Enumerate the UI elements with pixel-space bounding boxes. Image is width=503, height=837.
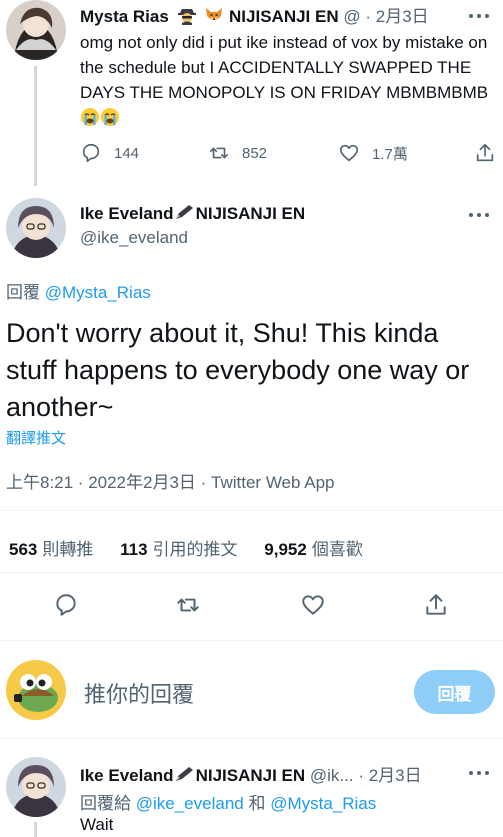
divider xyxy=(0,640,503,641)
reply-button[interactable]: 144 xyxy=(80,142,139,164)
quotes-num: 113 xyxy=(120,540,148,559)
main-handle[interactable]: @ike_eveland xyxy=(80,228,188,248)
next-display-name[interactable]: Ike Eveland xyxy=(80,766,174,785)
likes-num: 9,952 xyxy=(264,540,307,559)
main-action-bar xyxy=(0,592,503,622)
tweet-timestamp[interactable]: 上午8:21 · 2022年2月3日 · Twitter Web App xyxy=(6,468,335,493)
next-replying-to: 回覆給 @ike_eveland 和 @Mysta_Rias xyxy=(80,789,376,814)
crying-emoji-icon xyxy=(100,107,120,127)
quotes-stat[interactable]: 113 引用的推文 xyxy=(120,540,237,559)
likes-label: 個喜歡 xyxy=(311,540,363,559)
main-avatar[interactable] xyxy=(6,198,66,258)
parent-date[interactable]: · 2月3日 xyxy=(365,7,428,26)
retweet-count: 852 xyxy=(242,144,268,162)
share-button[interactable] xyxy=(474,142,496,164)
pen-icon xyxy=(174,765,196,783)
like-button[interactable]: 1.7萬 xyxy=(338,142,408,164)
main-affiliation: NIJISANJI EN xyxy=(195,204,306,223)
reply-count: 144 xyxy=(114,144,140,162)
next-reply-header: Ike Eveland NIJISANJI EN @ik... · 2月3日 xyxy=(80,761,422,786)
thread-line xyxy=(34,822,37,837)
share-icon[interactable] xyxy=(423,592,449,618)
parent-tweet-text: omg not only did i put ike instead of vo… xyxy=(80,30,490,130)
reply-prefix: 回覆 xyxy=(6,283,40,302)
parent-avatar[interactable] xyxy=(6,0,66,60)
likes-stat[interactable]: 9,952 個喜歡 xyxy=(264,540,363,559)
parent-tweet[interactable]: Mysta Rias NIJISANJI EN @ · 2月3日 omg not… xyxy=(0,0,503,190)
retweets-label: 則轉推 xyxy=(42,540,94,559)
parent-text-content: omg not only did i put ike instead of vo… xyxy=(80,33,489,102)
thread-line xyxy=(34,66,37,186)
reply-to-mention[interactable]: @ike_eveland xyxy=(136,794,244,813)
spy-emoji-icon xyxy=(177,5,197,25)
pen-icon xyxy=(174,203,196,221)
next-handle[interactable]: @ik... xyxy=(310,766,354,785)
parent-handle[interactable]: @ xyxy=(343,7,360,26)
like-count: 1.7萬 xyxy=(372,145,408,163)
like-icon xyxy=(339,144,359,162)
tweet-stats: 563 則轉推 113 引用的推文 9,952 個喜歡 xyxy=(9,535,385,560)
retweets-num: 563 xyxy=(9,540,38,559)
retweet-button[interactable]: 852 xyxy=(208,142,267,164)
like-icon[interactable] xyxy=(300,592,326,618)
next-affiliation: NIJISANJI EN xyxy=(195,766,306,785)
translate-tweet-link[interactable]: 翻譯推文 xyxy=(6,427,66,448)
reply-button[interactable]: 回覆 xyxy=(414,670,495,714)
more-icon[interactable] xyxy=(469,211,491,219)
reply-icon[interactable] xyxy=(53,592,79,618)
main-tweet-text: Don't worry about it, Shu! This kinda st… xyxy=(6,318,470,422)
divider xyxy=(0,510,503,511)
replying-to: 回覆 @Mysta_Rias xyxy=(6,278,151,303)
reply-joiner: 和 xyxy=(248,794,266,813)
next-date[interactable]: · 2月3日 xyxy=(358,766,421,785)
share-icon xyxy=(476,143,494,162)
reply-icon xyxy=(82,143,100,163)
next-reply-text: Wait xyxy=(80,815,114,834)
reply-prefix: 回覆給 xyxy=(80,794,131,813)
parent-action-bar: 144 852 1.7萬 xyxy=(80,142,500,168)
more-icon[interactable] xyxy=(469,769,491,777)
quotes-label: 引用的推文 xyxy=(152,540,238,559)
divider xyxy=(0,572,503,573)
parent-header: Mysta Rias NIJISANJI EN @ · 2月3日 xyxy=(80,2,429,27)
reply-to-mention[interactable]: @Mysta_Rias xyxy=(45,283,151,302)
divider xyxy=(0,738,503,739)
main-display-name[interactable]: Ike Eveland xyxy=(80,204,174,223)
retweet-icon[interactable] xyxy=(175,592,201,618)
parent-affiliation: NIJISANJI EN xyxy=(229,7,339,26)
main-header: Ike Eveland NIJISANJI EN xyxy=(80,203,305,224)
retweet-icon xyxy=(209,147,229,159)
crying-emoji-icon xyxy=(80,107,100,127)
next-reply-avatar[interactable] xyxy=(6,757,66,817)
retweets-stat[interactable]: 563 則轉推 xyxy=(9,540,93,559)
reply-input[interactable]: 推你的回覆 xyxy=(84,677,194,709)
fox-emoji-icon xyxy=(204,5,224,25)
parent-display-name[interactable]: Mysta Rias xyxy=(80,7,169,26)
more-icon[interactable] xyxy=(469,12,491,20)
composer-avatar[interactable] xyxy=(6,660,66,720)
reply-to-mention[interactable]: @Mysta_Rias xyxy=(270,794,376,813)
